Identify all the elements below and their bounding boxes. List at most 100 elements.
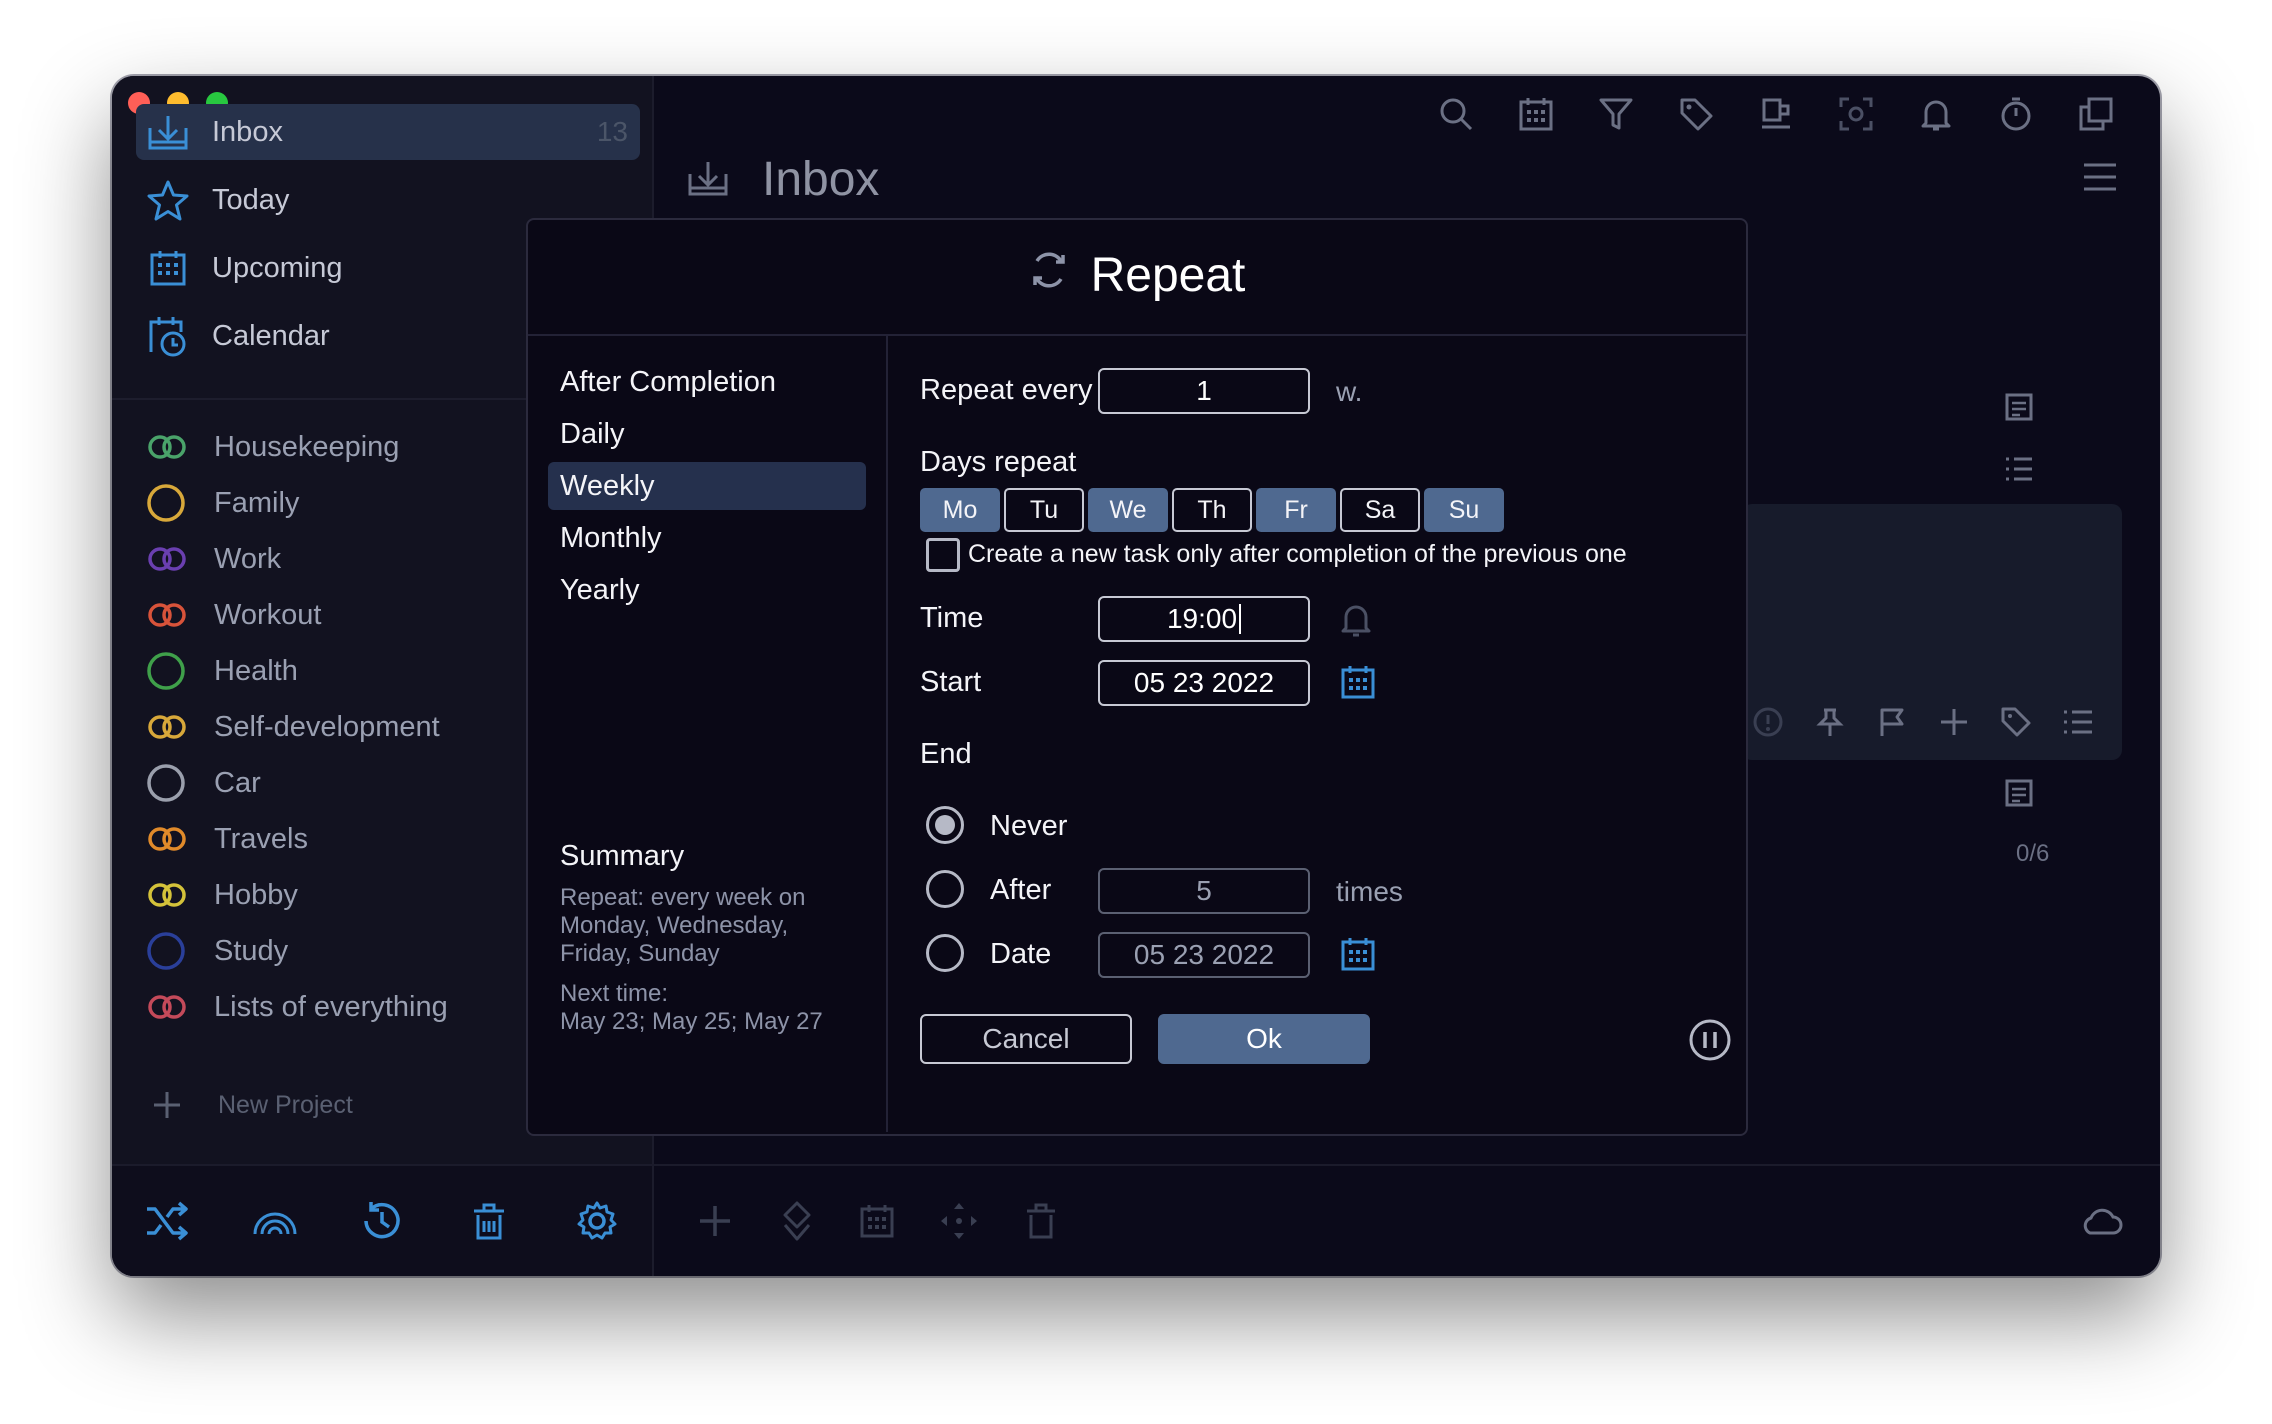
bell-icon[interactable] — [1338, 600, 1374, 643]
priority-icon[interactable] — [1752, 706, 1784, 743]
add-task-icon[interactable] — [690, 1196, 740, 1246]
sidebar-project-item[interactable]: Lists of everything — [146, 982, 448, 1032]
calendar-picker-icon[interactable] — [1340, 664, 1376, 705]
ring-icon — [146, 931, 194, 971]
sidebar-project-label: Workout — [214, 598, 322, 631]
page-title: Inbox — [762, 153, 880, 206]
sidebar-project-item[interactable]: Work — [146, 534, 281, 584]
trash-icon[interactable] — [464, 1196, 514, 1246]
day-toggle-tu[interactable]: Tu — [1004, 488, 1084, 532]
calendar-picker-icon[interactable] — [1340, 936, 1376, 977]
text-cursor — [1239, 604, 1242, 634]
move-icon[interactable] — [934, 1196, 984, 1246]
main-inbox-icon — [686, 158, 730, 203]
end-date-radio[interactable] — [926, 934, 964, 972]
plus-icon[interactable] — [1938, 706, 1970, 743]
time-label: Time — [920, 602, 984, 634]
double-ring-icon — [146, 427, 194, 467]
sidebar-item-label: Upcoming — [212, 251, 343, 284]
list-icon[interactable] — [2062, 706, 2094, 743]
sidebar-project-label: Work — [214, 542, 282, 575]
day-toggle-sa[interactable]: Sa — [1340, 488, 1420, 532]
end-label: End — [920, 738, 972, 770]
double-ring-icon — [146, 539, 194, 579]
repeat-every-input[interactable]: 1 — [1098, 368, 1310, 414]
repeat-type-weekly[interactable]: Weekly — [548, 462, 866, 510]
tag-icon[interactable] — [1672, 90, 1720, 138]
subtask-counter: 0/6 — [2016, 840, 2050, 867]
shuffle-icon[interactable] — [142, 1196, 192, 1246]
sidebar-project-item[interactable]: Health — [146, 646, 298, 696]
flag-icon[interactable] — [1876, 706, 1908, 743]
days-selector: Mo Tu We Th Fr Sa Su — [920, 488, 1504, 532]
notes-icon[interactable] — [2004, 778, 2034, 813]
sidebar-project-item[interactable]: Self-development — [146, 702, 440, 752]
end-never-label: Never — [990, 810, 1068, 842]
history-icon[interactable] — [357, 1196, 407, 1246]
focus-icon[interactable] — [1832, 90, 1880, 138]
sidebar-item-label: Calendar — [212, 319, 330, 352]
sidebar-project-item[interactable]: Travels — [146, 814, 308, 864]
sidebar-project-item[interactable]: Workout — [146, 590, 321, 640]
double-ring-icon — [146, 707, 194, 747]
search-icon[interactable] — [1432, 90, 1480, 138]
filter-icon[interactable] — [1592, 90, 1640, 138]
ok-button[interactable]: Ok — [1158, 1014, 1370, 1064]
new-project-button[interactable]: New Project — [150, 1080, 353, 1130]
sidebar-project-item[interactable]: Study — [146, 926, 288, 976]
repeat-dialog: Repeat After Completion Daily Weekly Mon… — [526, 218, 1748, 1136]
day-toggle-th[interactable]: Th — [1172, 488, 1252, 532]
sidebar-item-inbox[interactable]: Inbox 13 — [136, 104, 640, 160]
wifi-sync-icon[interactable] — [250, 1196, 300, 1246]
tag-icon[interactable] — [2000, 706, 2032, 743]
time-value: 19:00 — [1166, 603, 1238, 634]
sidebar-project-item[interactable]: Housekeeping — [146, 422, 399, 472]
only-after-completion-label: Create a new task only after completion … — [968, 540, 1627, 568]
summary-text: Repeat: every week on Monday, Wednesday,… — [560, 884, 806, 967]
sidebar-project-item[interactable]: Hobby — [146, 870, 298, 920]
sort-icon[interactable] — [772, 1196, 822, 1246]
trash-icon[interactable] — [1016, 1196, 1066, 1246]
only-after-completion-checkbox[interactable] — [926, 538, 960, 572]
pin-icon[interactable] — [1814, 706, 1846, 743]
pause-icon[interactable] — [1688, 1018, 1732, 1067]
dialog-header: Repeat — [528, 220, 1746, 336]
double-ring-icon — [146, 987, 194, 1027]
sidebar-project-label: Hobby — [214, 878, 298, 911]
day-toggle-we[interactable]: We — [1088, 488, 1168, 532]
dialog-title-row: Repeat — [528, 248, 1746, 303]
plus-icon — [150, 1085, 198, 1125]
sidebar-project-item[interactable]: Car — [146, 758, 261, 808]
menu-icon[interactable] — [2082, 162, 2118, 197]
bell-icon[interactable] — [1912, 90, 1960, 138]
day-toggle-mo[interactable]: Mo — [920, 488, 1000, 532]
end-after-radio[interactable] — [926, 870, 964, 908]
calendar-icon[interactable] — [1512, 90, 1560, 138]
calendar-icon[interactable] — [852, 1196, 902, 1246]
sidebar-project-item[interactable]: Family — [146, 478, 299, 528]
sidebar-project-label: Car — [214, 766, 261, 799]
settings-gear-icon[interactable] — [572, 1196, 622, 1246]
notes-icon[interactable] — [2004, 392, 2034, 427]
repeat-type-monthly[interactable]: Monthly — [548, 514, 866, 562]
timer-icon[interactable] — [1992, 90, 2040, 138]
export-icon[interactable] — [1752, 90, 1800, 138]
days-repeat-label: Days repeat — [920, 446, 1077, 478]
end-date-input[interactable]: 05 23 2022 — [1098, 932, 1310, 978]
end-never-radio[interactable] — [926, 806, 964, 844]
day-toggle-su[interactable]: Su — [1424, 488, 1504, 532]
time-input[interactable]: 19:00 — [1098, 596, 1310, 642]
ring-icon — [146, 483, 194, 523]
repeat-type-list: After Completion Daily Weekly Monthly Ye… — [528, 336, 888, 1132]
cloud-icon[interactable] — [2076, 1196, 2126, 1246]
checklist-icon[interactable] — [2004, 454, 2034, 489]
start-date-input[interactable]: 05 23 2022 — [1098, 660, 1310, 706]
cancel-button[interactable]: Cancel — [920, 1014, 1132, 1064]
duplicate-window-icon[interactable] — [2072, 90, 2120, 138]
day-toggle-fr[interactable]: Fr — [1256, 488, 1336, 532]
end-after-count-input[interactable]: 5 — [1098, 868, 1310, 914]
repeat-type-daily[interactable]: Daily — [548, 410, 866, 458]
repeat-every-label: Repeat every — [920, 374, 1093, 406]
repeat-type-yearly[interactable]: Yearly — [548, 566, 866, 614]
repeat-type-after-completion[interactable]: After Completion — [548, 358, 866, 406]
